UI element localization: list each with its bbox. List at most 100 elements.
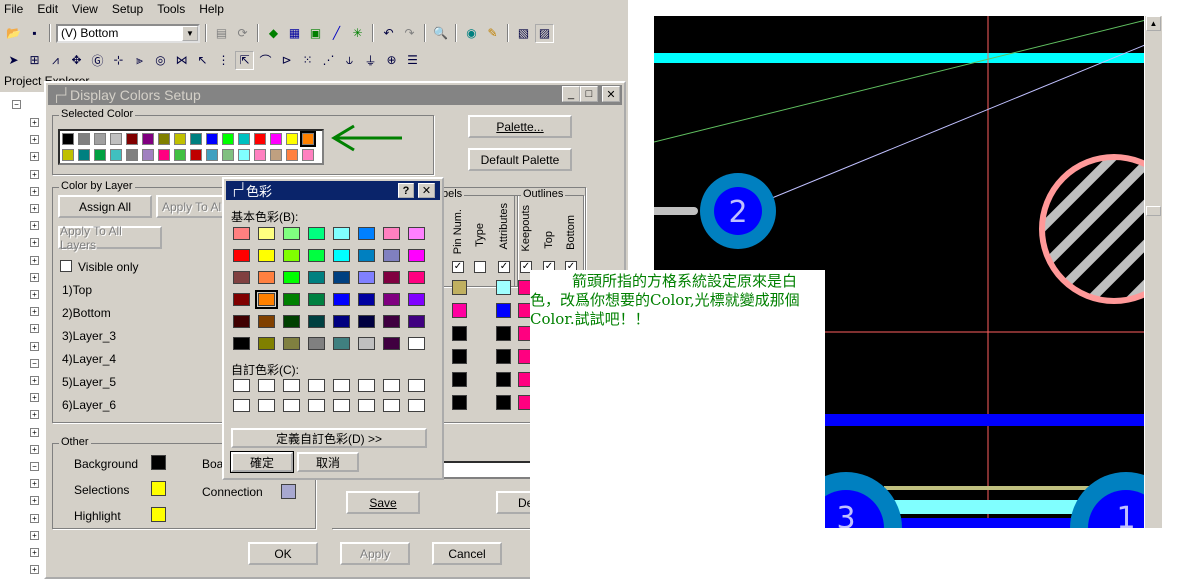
move-icon[interactable]: ✥ <box>67 51 86 70</box>
print-icon[interactable]: ▤ <box>212 24 231 43</box>
basic-color-swatch[interactable] <box>358 271 375 284</box>
menu-view[interactable]: View <box>72 2 98 16</box>
round-icon[interactable]: ◎ <box>151 51 170 70</box>
column-checkbox[interactable]: ✓ <box>452 261 464 273</box>
selected-color-cell[interactable] <box>142 133 154 145</box>
basic-color-swatch[interactable] <box>233 315 250 328</box>
tree-expand-icon[interactable]: + <box>30 186 39 196</box>
basic-color-swatch[interactable] <box>333 293 350 306</box>
basic-color-swatch[interactable] <box>358 337 375 350</box>
close-icon[interactable]: ✕ <box>418 183 435 198</box>
tree-expand-icon[interactable]: + <box>30 341 39 351</box>
selected-color-cell[interactable] <box>190 133 202 145</box>
grid-icon[interactable]: ▦ <box>285 24 304 43</box>
tree-expand-icon[interactable]: + <box>30 135 39 145</box>
selected-color-cell[interactable] <box>206 133 218 145</box>
tree-expand-icon[interactable]: + <box>30 565 39 575</box>
custom-color-swatch[interactable] <box>308 399 325 412</box>
selected-color-cell[interactable] <box>270 133 282 145</box>
selected-color-cell[interactable] <box>254 149 266 161</box>
selected-color-cell[interactable] <box>78 133 90 145</box>
tree-expand-icon[interactable]: + <box>30 307 39 317</box>
colors-icon[interactable]: ▨ <box>535 23 554 43</box>
tree-expand-icon[interactable]: + <box>30 290 39 299</box>
basic-color-swatch[interactable] <box>233 271 250 284</box>
route-icon[interactable]: ◆ <box>264 24 283 43</box>
basic-color-swatch[interactable] <box>408 227 425 240</box>
highlight-swatch[interactable] <box>151 507 166 522</box>
zoom-icon[interactable]: 🔍 <box>431 24 450 43</box>
custom-color-swatch[interactable] <box>383 399 400 412</box>
redo-icon[interactable]: ↷ <box>400 24 419 43</box>
selected-color-cell[interactable] <box>300 131 316 147</box>
open-folder-icon[interactable]: 📂 <box>4 24 23 43</box>
selected-color-cell[interactable] <box>190 149 202 161</box>
layer-color-swatch[interactable] <box>496 326 511 341</box>
tree-expand-icon[interactable]: + <box>30 255 39 265</box>
custom-color-swatch[interactable] <box>358 379 375 392</box>
basic-color-swatch[interactable] <box>258 271 275 284</box>
basic-color-swatch[interactable] <box>383 271 400 284</box>
star-icon[interactable]: ✳ <box>348 24 367 43</box>
basic-color-swatch[interactable] <box>233 337 250 350</box>
layer-color-swatch[interactable] <box>452 395 467 410</box>
default-palette-button[interactable]: Default Palette <box>468 148 572 171</box>
layer-color-swatch[interactable] <box>496 280 511 295</box>
selected-color-cell[interactable] <box>238 149 250 161</box>
background-swatch[interactable] <box>151 455 166 470</box>
save-icon[interactable]: ▪ <box>25 24 44 43</box>
basic-color-swatch[interactable] <box>358 227 375 240</box>
line-icon[interactable]: ╱ <box>327 24 346 43</box>
basic-color-swatch[interactable] <box>383 227 400 240</box>
basic-color-swatch[interactable] <box>308 293 325 306</box>
tree-expand-icon[interactable]: + <box>30 152 39 162</box>
tree-expand-icon[interactable]: − <box>30 462 39 471</box>
apply-to-all-layers-button[interactable]: Apply To All Layers <box>58 224 162 252</box>
basic-color-swatch[interactable] <box>283 227 300 240</box>
custom-color-swatch[interactable] <box>258 399 275 412</box>
minimize-icon[interactable]: _ <box>562 86 580 102</box>
basic-color-swatch[interactable] <box>258 227 275 240</box>
bend-icon[interactable]: ⌒ <box>256 51 275 70</box>
basic-color-swatch[interactable] <box>383 337 400 350</box>
layer-color-swatch[interactable] <box>452 372 467 387</box>
basic-color-swatch[interactable] <box>383 249 400 262</box>
vertical-scrollbar[interactable]: ▲ <box>1144 16 1162 528</box>
via-icon[interactable]: Ⓖ <box>88 51 107 70</box>
script-icon[interactable]: ▧ <box>514 24 533 43</box>
split-icon[interactable]: ⋮ <box>214 51 233 70</box>
basic-color-swatch[interactable] <box>408 293 425 306</box>
basic-color-swatch[interactable] <box>258 337 275 350</box>
custom-color-swatch[interactable] <box>308 379 325 392</box>
selected-color-cell[interactable] <box>110 133 122 145</box>
layer-color-swatch[interactable] <box>496 303 511 318</box>
trace-icon[interactable]: ⩘ <box>46 51 65 70</box>
corner-icon[interactable]: ↖ <box>193 51 212 70</box>
selected-color-cell[interactable] <box>302 149 314 161</box>
config-field[interactable] <box>442 461 532 479</box>
ok-button[interactable]: OK <box>248 542 318 565</box>
color-cancel-button[interactable]: 取消 <box>297 452 359 472</box>
chevron-down-icon[interactable]: ▼ <box>182 25 198 41</box>
basic-color-swatch[interactable] <box>408 271 425 284</box>
selected-color-cell[interactable] <box>142 149 154 161</box>
layer-select[interactable]: (V) Bottom ▼ <box>56 23 200 43</box>
tree-expand-icon[interactable]: + <box>30 272 39 282</box>
tree-collapse[interactable]: − <box>12 100 21 109</box>
layer-color-swatch[interactable] <box>452 349 467 364</box>
menu-edit[interactable]: Edit <box>37 2 58 16</box>
selected-color-cell[interactable] <box>158 133 170 145</box>
wire-icon[interactable]: ⫸ <box>130 51 149 70</box>
selected-color-cell[interactable] <box>270 149 282 161</box>
basic-color-swatch[interactable] <box>283 315 300 328</box>
selected-color-cell[interactable] <box>286 149 298 161</box>
selected-color-cell[interactable] <box>62 149 74 161</box>
basic-color-swatch[interactable] <box>308 227 325 240</box>
custom-color-swatch[interactable] <box>258 379 275 392</box>
selected-color-cell[interactable] <box>222 133 234 145</box>
apply-button[interactable]: Apply <box>340 542 410 565</box>
basic-color-swatch[interactable] <box>308 271 325 284</box>
layer-color-swatch[interactable] <box>452 303 467 318</box>
selected-color-cell[interactable] <box>126 149 138 161</box>
selected-color-cell[interactable] <box>158 149 170 161</box>
